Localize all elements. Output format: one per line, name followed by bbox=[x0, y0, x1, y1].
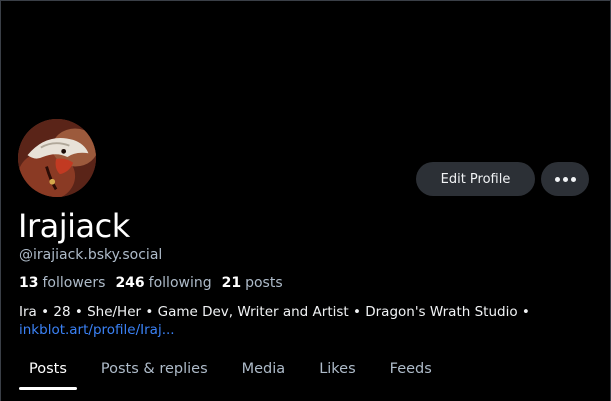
profile-banner[interactable] bbox=[1, 1, 610, 151]
edit-profile-button[interactable]: Edit Profile bbox=[416, 162, 535, 196]
posts-count: 21 bbox=[221, 275, 242, 291]
tab-likes[interactable]: Likes bbox=[309, 347, 365, 390]
bio-text: Ira • 28 • She/Her • Game Dev, Writer an… bbox=[19, 304, 530, 320]
profile-bio: Ira • 28 • She/Her • Game Dev, Writer an… bbox=[19, 303, 599, 339]
tab-label: Media bbox=[241, 360, 286, 377]
followers-label: followers bbox=[42, 275, 106, 291]
tab-feeds[interactable]: Feeds bbox=[380, 347, 442, 390]
profile-stats: 13 followers 246 following 21 posts bbox=[19, 275, 293, 291]
avatar[interactable] bbox=[16, 117, 98, 199]
tab-media[interactable]: Media bbox=[232, 347, 296, 390]
following-count: 246 bbox=[115, 275, 145, 291]
posts-label: posts bbox=[245, 275, 283, 291]
posts-stat: 21 posts bbox=[222, 275, 283, 291]
followers-count: 13 bbox=[19, 275, 39, 291]
edit-profile-label: Edit Profile bbox=[440, 171, 511, 187]
dragon-avatar-icon bbox=[18, 119, 96, 197]
tab-label: Likes bbox=[319, 360, 356, 377]
tab-posts-replies[interactable]: Posts & replies bbox=[91, 347, 218, 390]
display-name: Irajiack bbox=[18, 207, 130, 245]
tab-label: Posts bbox=[29, 360, 67, 377]
profile-handle: @irajiack.bsky.social bbox=[19, 247, 163, 263]
profile-page: Edit Profile Irajiack @irajiack.bsky.soc… bbox=[0, 0, 611, 401]
more-horizontal-icon bbox=[553, 176, 577, 182]
tab-posts[interactable]: Posts bbox=[19, 347, 77, 390]
profile-tabs: Posts Posts & replies Media Likes Feeds bbox=[1, 347, 610, 401]
tab-label: Feeds bbox=[389, 360, 432, 377]
followers-stat[interactable]: 13 followers bbox=[19, 275, 105, 291]
following-label: following bbox=[148, 275, 212, 291]
bio-link[interactable]: inkblot.art/profile/Iraj... bbox=[19, 321, 599, 339]
tab-label: Posts & replies bbox=[100, 360, 208, 377]
more-options-button[interactable] bbox=[541, 162, 589, 196]
following-stat[interactable]: 246 following bbox=[115, 275, 211, 291]
